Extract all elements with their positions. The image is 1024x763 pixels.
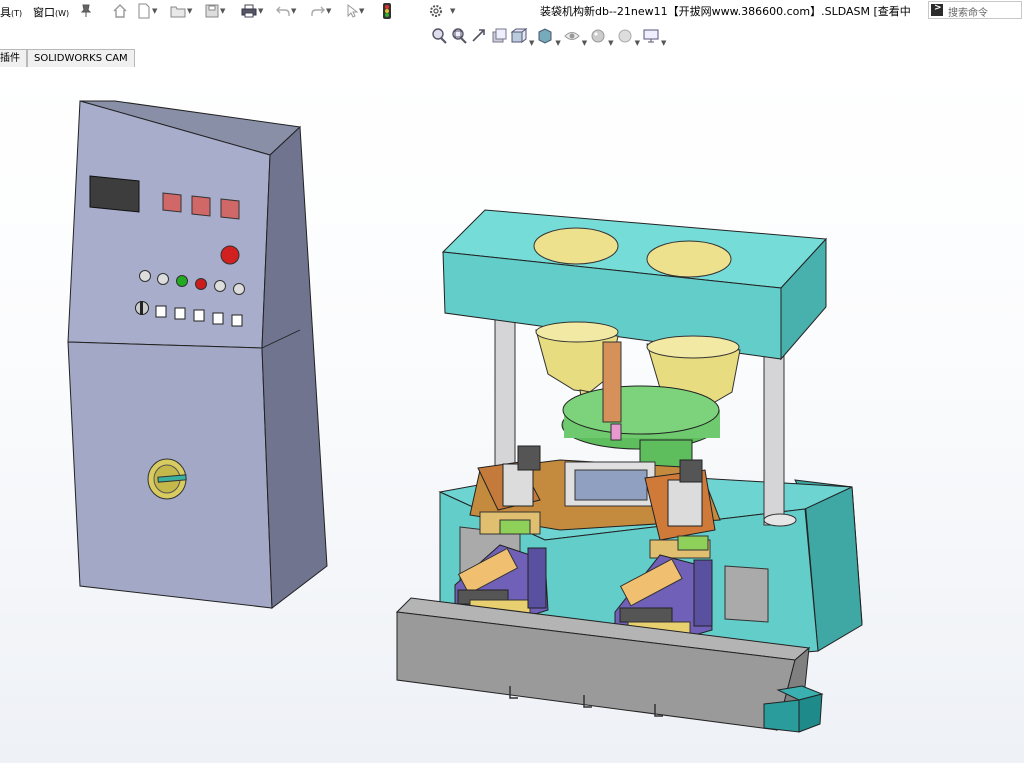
command-manager-tabs: 插件 SOLIDWORKS CAM <box>0 49 135 67</box>
options-gear-icon[interactable]: ▼ <box>428 2 455 20</box>
menu-tools[interactable]: 具(T) <box>0 4 22 20</box>
bagging-machine[interactable] <box>395 209 863 733</box>
save-icon[interactable]: ▼ <box>205 2 225 20</box>
control-cabinet[interactable] <box>67 100 328 609</box>
open-folder-icon[interactable]: ▼ <box>170 2 192 20</box>
traffic-light-icon[interactable] <box>382 2 392 20</box>
new-document-icon[interactable]: ▼ <box>137 2 157 20</box>
edit-appearance-icon[interactable]: ▼ <box>589 27 614 48</box>
tab-solidworks-cam[interactable]: SOLIDWORKS CAM <box>27 49 135 67</box>
hide-show-items-icon[interactable]: ▼ <box>563 27 587 48</box>
graphics-area[interactable] <box>0 67 1024 763</box>
window-title: 装袋机构新db--21new11【开拔网www.386600.com】.SLDA… <box>540 5 911 18</box>
zoom-to-fit-icon[interactable] <box>430 27 448 48</box>
view-settings-monitor-icon[interactable]: ▼ <box>642 27 666 48</box>
section-view-icon[interactable] <box>490 27 508 48</box>
pin-icon[interactable] <box>80 2 92 20</box>
redo-icon[interactable]: ▼ <box>311 2 331 20</box>
view-orientation-icon[interactable]: ▼ <box>510 27 534 48</box>
zoom-area-icon[interactable] <box>450 27 468 48</box>
terminal-icon <box>931 3 943 16</box>
print-icon[interactable]: ▼ <box>241 2 263 20</box>
tab-add-ins[interactable]: 插件 <box>0 49 27 67</box>
home-icon[interactable] <box>112 2 128 20</box>
menu-window[interactable]: 窗口(W) <box>33 4 69 20</box>
search-commands-field[interactable]: 搜索命令 <box>928 1 1022 19</box>
previous-view-icon[interactable] <box>470 27 488 48</box>
undo-icon[interactable]: ▼ <box>276 2 296 20</box>
menu-bar: 具(T) 窗口(W) ▼ ▼ ▼ ▼ ▼ ▼ ▼ ▼ 装袋机构新db--21ne… <box>0 0 1024 22</box>
search-placeholder: 搜索命令 <box>948 8 988 19</box>
select-cursor-icon[interactable]: ▼ <box>346 2 364 20</box>
assembly-model <box>67 100 863 733</box>
display-style-icon[interactable]: ▼ <box>536 27 561 48</box>
heads-up-view-toolbar: ▼ ▼ ▼ ▼ ▼ ▼ <box>430 26 666 48</box>
apply-scene-icon[interactable]: ▼ <box>616 27 640 48</box>
